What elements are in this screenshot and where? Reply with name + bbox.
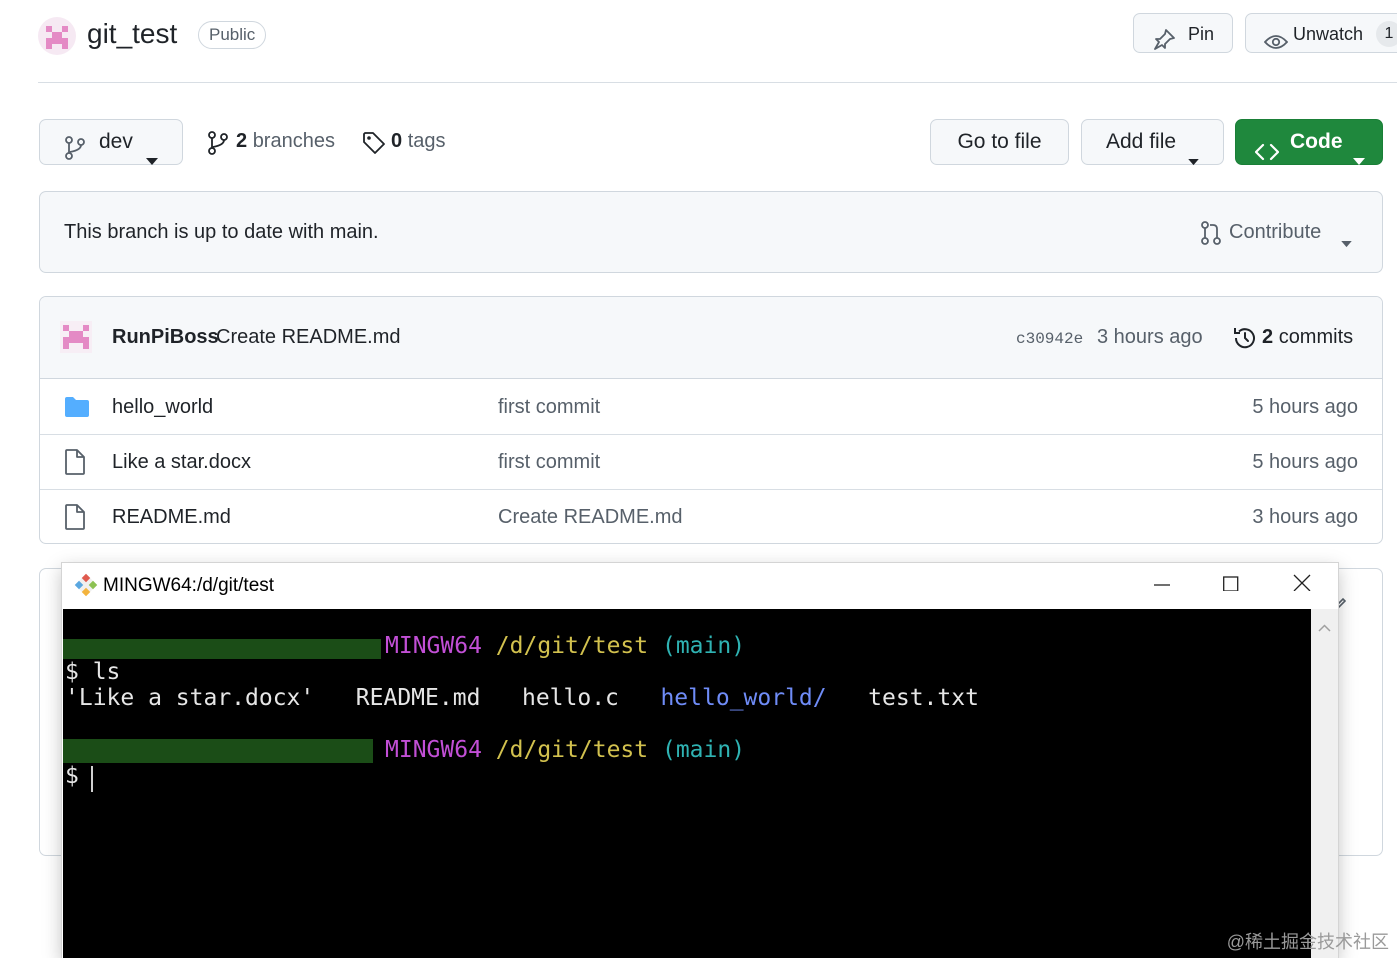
prompt-branch: (main)	[661, 633, 746, 659]
commits-label: commits	[1278, 326, 1354, 348]
file-name[interactable]: README.md	[112, 506, 231, 529]
minimize-button[interactable]	[1145, 571, 1179, 601]
folder-icon	[64, 396, 90, 423]
commit-author[interactable]: RunPiBoss	[112, 326, 219, 349]
code-button[interactable]: Code	[1235, 119, 1383, 165]
prompt-line-2: MINGW64 /d/git/test (main)	[385, 737, 745, 763]
close-button[interactable]	[1285, 571, 1319, 601]
commits-count: 2	[1262, 326, 1274, 348]
committer-avatar[interactable]	[60, 321, 92, 358]
tags-label: tags	[407, 130, 446, 152]
branches-label: branches	[252, 130, 335, 152]
prompt-path: /d/git/test	[495, 737, 649, 763]
header-divider	[38, 82, 1397, 83]
prompt-system: MINGW64	[385, 737, 482, 763]
file-name[interactable]: Like a star.docx	[112, 451, 251, 474]
branch-select-button[interactable]: dev	[39, 119, 183, 165]
prompt-line-1: MINGW64 /d/git/test (main)	[385, 633, 745, 659]
file-row[interactable]: hello_world first commit 5 hours ago	[40, 379, 1382, 435]
watch-count: 1	[1376, 21, 1397, 47]
branches-count: 2	[236, 130, 248, 152]
pin-label: Pin	[1188, 24, 1215, 44]
unwatch-button[interactable]: Unwatch 1	[1245, 13, 1397, 53]
code-label: Code	[1290, 130, 1343, 153]
eye-icon	[1263, 25, 1289, 65]
code-icon	[1254, 133, 1280, 177]
contribute-label: Contribute	[1229, 221, 1322, 243]
ls-item: hello.c	[521, 685, 619, 711]
repo-owner-avatar[interactable]	[38, 17, 76, 55]
repo-name-link[interactable]: git_test	[87, 18, 177, 50]
maximize-button[interactable]	[1214, 571, 1248, 601]
terminal-title: MINGW64:/d/git/test	[103, 575, 275, 596]
terminal-scrollbar[interactable]	[1311, 609, 1338, 958]
caret-down-icon	[146, 138, 158, 182]
branch-status-box: This branch is up to date with main. Con…	[39, 191, 1383, 273]
file-row[interactable]: README.md Create README.md 3 hours ago	[40, 489, 1382, 543]
file-commit-message[interactable]: first commit	[498, 396, 600, 419]
caret-down-icon	[1188, 138, 1199, 182]
ls-item: README.md	[355, 685, 481, 711]
file-commit-message[interactable]: Create README.md	[498, 506, 683, 529]
git-bash-icon	[74, 573, 98, 602]
latest-commit-bar: RunPiBoss Create README.md c30942e 3 hou…	[40, 297, 1382, 379]
text-cursor	[91, 766, 93, 792]
add-file-label: Add file	[1106, 130, 1177, 153]
ls-output: 'Like a star.docx' README.md hello.c hel…	[65, 685, 979, 711]
redacted-username	[63, 739, 373, 763]
scroll-up-icon[interactable]	[1318, 619, 1331, 637]
file-list: RunPiBoss Create README.md c30942e 3 hou…	[39, 296, 1383, 544]
prompt-path: /d/git/test	[495, 633, 649, 659]
git-branch-icon	[207, 131, 229, 161]
redacted-username	[63, 639, 381, 659]
commit-sha[interactable]: c30942e	[1016, 330, 1083, 348]
ls-item: test.txt	[868, 685, 979, 711]
prompt-branch: (main)	[661, 737, 746, 763]
file-commit-message[interactable]: first commit	[498, 451, 600, 474]
command-line: $ ls	[65, 659, 121, 685]
commit-time: 3 hours ago	[1097, 326, 1203, 348]
go-to-file-button[interactable]: Go to file	[930, 119, 1069, 165]
visibility-badge: Public	[198, 21, 267, 49]
watermark: @稀土掘金技术社区	[1226, 932, 1389, 952]
pin-icon	[1152, 24, 1176, 64]
tags-count: 0	[391, 130, 403, 152]
prompt-symbol: $	[65, 763, 79, 789]
unwatch-label: Unwatch	[1293, 24, 1364, 44]
branch-status-message: This branch is up to date with main.	[64, 221, 379, 243]
add-file-button[interactable]: Add file	[1081, 119, 1224, 166]
caret-down-icon	[1341, 231, 1352, 254]
file-icon	[64, 504, 86, 535]
file-row[interactable]: Like a star.docx first commit 5 hours ag…	[40, 434, 1382, 490]
file-name[interactable]: hello_world	[112, 396, 213, 419]
commit-message[interactable]: Create README.md	[216, 326, 401, 349]
prompt-system: MINGW64	[385, 633, 482, 659]
ls-item: 'Like a star.docx'	[65, 685, 315, 711]
terminal-window[interactable]: MINGW64:/d/git/test MINGW64 /d/git/test …	[62, 563, 1338, 958]
file-time: 5 hours ago	[1252, 396, 1358, 418]
history-icon	[1232, 325, 1258, 357]
file-time: 3 hours ago	[1252, 506, 1358, 528]
terminal-output[interactable]: MINGW64 /d/git/test (main) $ ls 'Like a …	[63, 609, 1311, 958]
current-branch-label: dev	[99, 130, 133, 153]
file-time: 5 hours ago	[1252, 451, 1358, 473]
tag-icon	[362, 131, 386, 161]
caret-down-icon	[1353, 138, 1365, 182]
ls-item-dir: hello_world/	[660, 685, 827, 711]
pull-request-icon	[1200, 221, 1222, 251]
file-icon	[64, 449, 86, 480]
git-branch-icon	[64, 132, 86, 176]
pin-button[interactable]: Pin	[1133, 13, 1233, 53]
